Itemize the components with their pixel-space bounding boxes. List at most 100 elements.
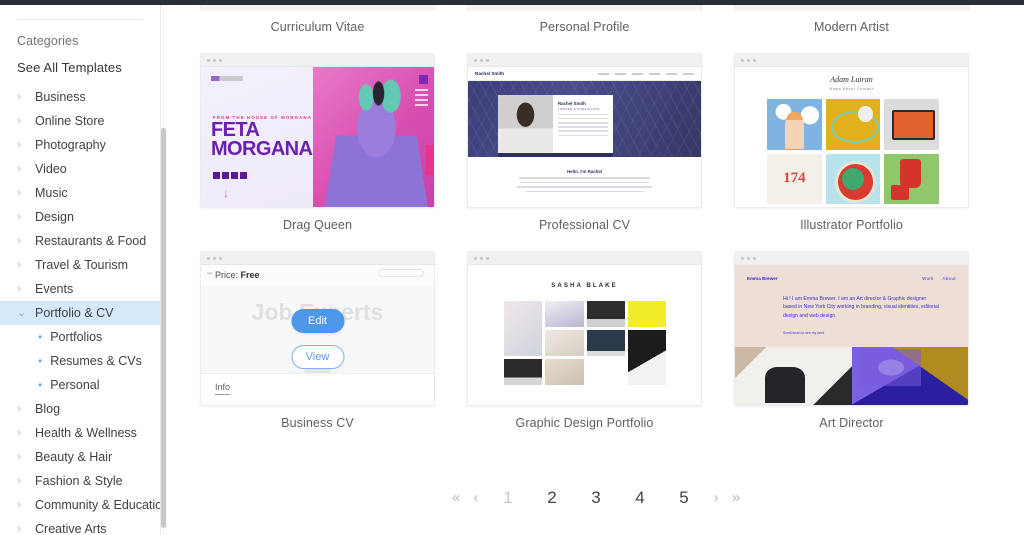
bcv-small-logo: ■■■ (207, 271, 213, 275)
sidebar-item-label: Design (35, 210, 74, 224)
sidebar-item-label: Online Store (35, 114, 105, 128)
nav-link-bar (598, 72, 609, 75)
info-link[interactable]: Info (215, 382, 231, 395)
template-thumbnail[interactable]: SASHA BLAKE (467, 251, 702, 406)
sidebar-item-label: Video (35, 162, 67, 176)
sidebar-item-fashion-style[interactable]: › Fashion & Style (0, 469, 160, 493)
window-dot-icon (486, 58, 489, 62)
sidebar-item-online-store[interactable]: › Online Store (0, 109, 160, 133)
sidebar-scrollbar-thumb[interactable] (161, 128, 166, 528)
sidebar-item-label: Music (35, 186, 68, 200)
pagination-page-5[interactable]: 5 (662, 489, 706, 506)
template-card-art-director[interactable]: Emma Brewer Work About Hi ! I am Emma Br… (734, 251, 969, 430)
dq-nav-links (414, 89, 428, 106)
chevron-right-icon: › (17, 426, 21, 439)
template-thumbnail[interactable]: FROM THE HOUSE OF MORGANA FETA MORGANA ↓ (200, 53, 435, 208)
pagination-prev-button[interactable]: ‹ (466, 490, 486, 505)
template-thumbnail[interactable] (734, 5, 969, 10)
template-thumbnail[interactable]: Rachel Smith Rachel Smith LAWYER & CONSU… (467, 53, 702, 208)
pagination-page-4[interactable]: 4 (618, 489, 662, 506)
sidebar-subitem-label: Portfolios (50, 330, 103, 344)
template-card-professional-cv[interactable]: Rachel Smith Rachel Smith LAWYER & CONSU… (467, 53, 702, 232)
sidebar-subitem-portfolios[interactable]: • Portfolios (0, 325, 160, 349)
ill-nav: Home About Contact (829, 87, 874, 91)
sidebar-item-creative-arts[interactable]: › Creative Arts (0, 517, 160, 535)
template-thumbnail[interactable] (467, 5, 702, 10)
template-thumbnail[interactable]: Emma Brewer Work About Hi ! I am Emma Br… (734, 251, 969, 406)
template-card-illustrator-portfolio[interactable]: Adam Luiran Home About Contact 174 Illus… (734, 53, 969, 232)
pagination-page-3[interactable]: 3 (574, 489, 618, 506)
chevron-right-icon: › (17, 258, 21, 271)
window-dot-icon (747, 256, 750, 260)
sidebar-item-beauty-hair[interactable]: › Beauty & Hair (0, 445, 160, 469)
template-card-drag-queen[interactable]: FROM THE HOUSE OF MORGANA FETA MORGANA ↓… (200, 53, 435, 232)
work-tile (504, 301, 543, 356)
sidebar-item-video[interactable]: › Video (0, 157, 160, 181)
category-list: › Business › Online Store › Photography … (0, 85, 160, 535)
pcv-profile-info: Rachel Smith LAWYER & CONSULTANT (553, 95, 613, 153)
edit-button[interactable]: Edit (291, 309, 344, 333)
sidebar-item-business[interactable]: › Business (0, 85, 160, 109)
pagination-page-2[interactable]: 2 (530, 489, 574, 506)
thumbnail-preview: SASHA BLAKE (468, 265, 701, 405)
cart-icon (418, 75, 428, 84)
sidebar-item-community-education[interactable]: › Community & Education (0, 493, 160, 517)
instagram-icon (222, 172, 229, 179)
sidebar-item-label: Creative Arts (35, 522, 107, 535)
template-card[interactable]: Curriculum Vitae (200, 5, 435, 34)
window-dot-icon (207, 256, 210, 260)
window-dot-icon (753, 58, 756, 62)
pagination: « ‹ 1 2 3 4 5 › » (168, 477, 1024, 517)
pcv-about-heading: Hello, I'm Rachel (567, 169, 602, 174)
sidebar-item-health-wellness[interactable]: › Health & Wellness (0, 421, 160, 445)
thumbnail-preview: FROM THE HOUSE OF MORGANA FETA MORGANA ↓ (201, 67, 434, 207)
work-tile (627, 330, 666, 385)
dq-title: FETA MORGANA (211, 120, 313, 159)
sidebar-item-restaurants-food[interactable]: › Restaurants & Food (0, 229, 160, 253)
sidebar-heading: Categories (17, 34, 79, 48)
price-text: Price: (215, 270, 239, 280)
templates-grid: Curriculum Vitae Personal Profile Modern… (200, 5, 1000, 430)
templates-row: FROM THE HOUSE OF MORGANA FETA MORGANA ↓… (200, 53, 1000, 232)
sidebar-subitem-resumes-cvs[interactable]: • Resumes & CVs (0, 349, 160, 373)
template-thumbnail-hovered[interactable]: Job Experts ■■■ Price: Free Edit View In… (200, 251, 435, 406)
view-button[interactable]: View (291, 345, 344, 369)
pcv-profile-card: Rachel Smith LAWYER & CONSULTANT (498, 95, 613, 153)
pagination-page-1[interactable]: 1 (486, 489, 530, 506)
sidebar-item-portfolio-cv[interactable]: ⌄ Portfolio & CV (0, 301, 160, 325)
text-line (524, 190, 645, 193)
sidebar-item-events[interactable]: › Events (0, 277, 160, 301)
categories-sidebar: Categories See All Templates › Business … (0, 5, 160, 535)
thumbnail-preview (201, 5, 434, 10)
sidebar-item-travel-tourism[interactable]: › Travel & Tourism (0, 253, 160, 277)
artwork-tile-cassette (884, 99, 939, 150)
chevron-right-icon: › (17, 114, 21, 127)
template-thumbnail[interactable] (200, 5, 435, 10)
pagination-next-button[interactable]: › (706, 490, 726, 505)
sidebar-subitem-personal[interactable]: • Personal (0, 373, 160, 397)
window-dot-icon (207, 58, 210, 62)
text-line (558, 134, 608, 137)
facebook-icon (213, 172, 220, 179)
work-tile (504, 359, 543, 385)
sidebar-item-photography[interactable]: › Photography (0, 133, 160, 157)
browser-chrome-bar (201, 252, 434, 265)
browser-chrome-bar (468, 54, 701, 67)
template-card-business-cv[interactable]: Job Experts ■■■ Price: Free Edit View In… (200, 251, 435, 430)
thumbnail-preview (735, 5, 968, 10)
template-card-graphic-design-portfolio[interactable]: SASHA BLAKE Graphic Design Portfolio (467, 251, 702, 430)
templates-main-area: Curriculum Vitae Personal Profile Modern… (168, 5, 1024, 535)
template-card[interactable]: Personal Profile (467, 5, 702, 34)
artwork-tile-teapot (884, 153, 939, 204)
see-all-templates-link[interactable]: See All Templates (0, 48, 160, 75)
pagination-last-button[interactable]: » (726, 490, 746, 505)
pagination-first-button[interactable]: « (446, 490, 466, 505)
sidebar-item-label: Travel & Tourism (35, 258, 129, 272)
templates-browser-page: Categories See All Templates › Business … (0, 0, 1024, 535)
side-tab (425, 145, 434, 175)
sidebar-item-blog[interactable]: › Blog (0, 397, 160, 421)
sidebar-item-music[interactable]: › Music (0, 181, 160, 205)
sidebar-item-design[interactable]: › Design (0, 205, 160, 229)
template-thumbnail[interactable]: Adam Luiran Home About Contact (734, 53, 969, 208)
template-card[interactable]: Modern Artist (734, 5, 969, 34)
